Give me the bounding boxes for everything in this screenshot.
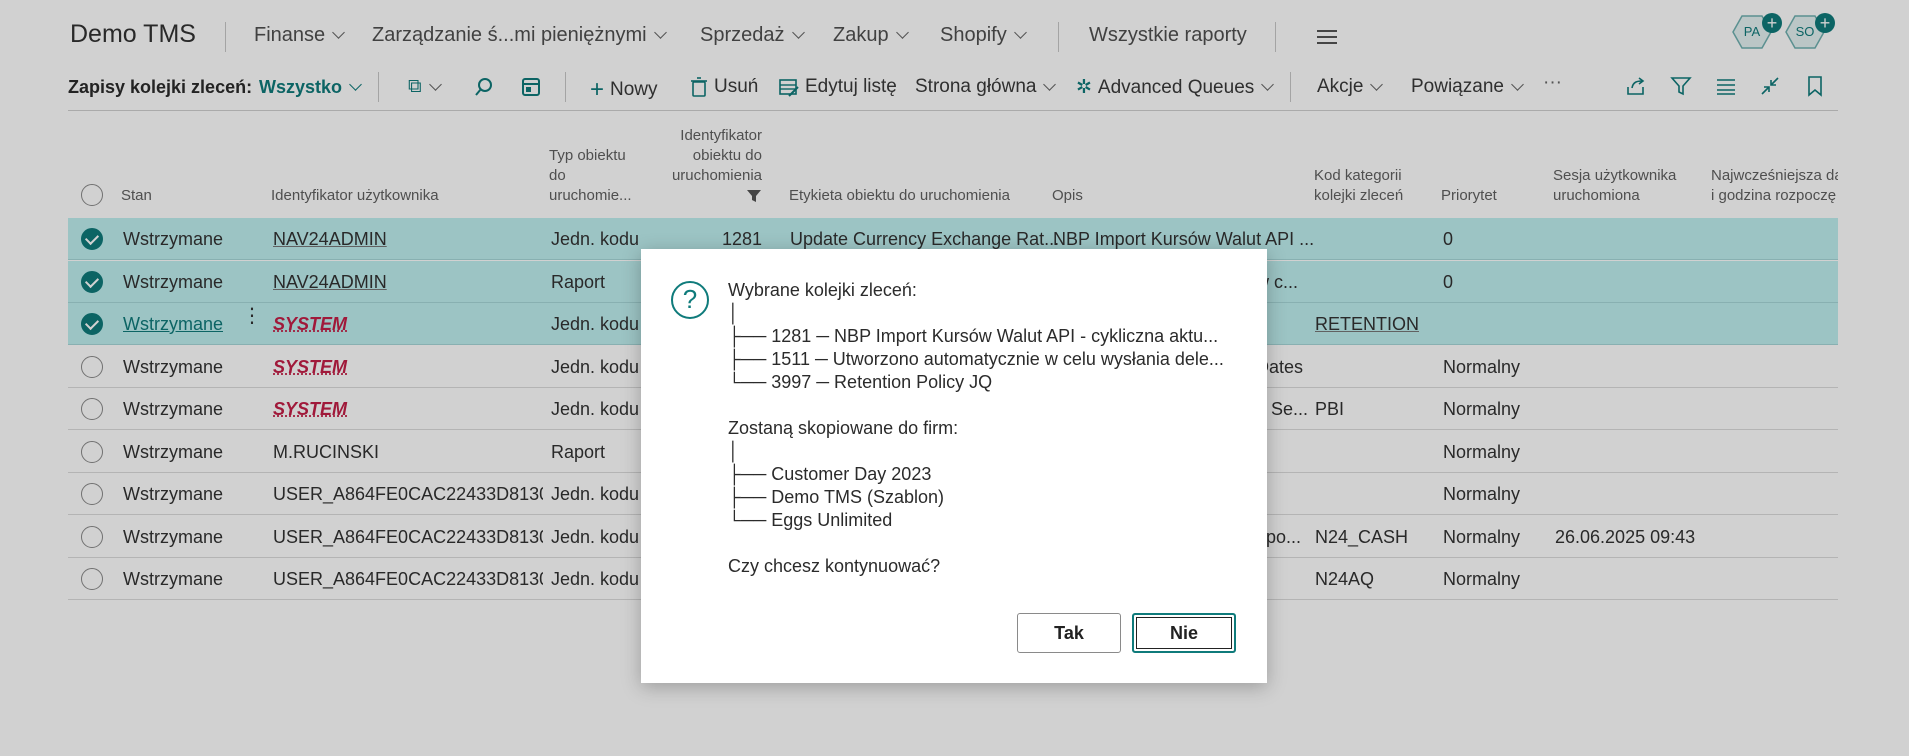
question-icon: ?: [671, 281, 709, 319]
dialog-line: │: [728, 441, 740, 461]
confirm-dialog: ? Wybrane kolejki zleceń: │ ├── 1281 ─ NBP…: [641, 249, 1267, 683]
dialog-line: ├── 1281 ─ NBP Import Kursów Walut API -…: [728, 326, 1219, 346]
dialog-line: ├── Customer Day 2023: [728, 464, 932, 484]
yes-button[interactable]: Tak: [1017, 613, 1121, 653]
dialog-line: ├── Demo TMS (Szablon): [728, 487, 944, 507]
dialog-line: Czy chcesz kontynuować?: [728, 556, 941, 576]
no-button[interactable]: Nie: [1132, 613, 1236, 653]
dialog-message: Wybrane kolejki zleceń: │ ├── 1281 ─ NBP I…: [728, 279, 1248, 578]
dialog-line: [728, 532, 1248, 555]
dialog-line: [728, 394, 1248, 417]
dialog-line: │: [728, 303, 740, 323]
dialog-line: ├── 1511 ─ Utworzono automatycznie w cel…: [728, 349, 1224, 369]
dialog-line: Wybrane kolejki zleceń:: [728, 280, 917, 300]
dialog-line: └── 3997 ─ Retention Policy JQ: [728, 372, 993, 392]
dialog-line: └── Eggs Unlimited: [728, 510, 893, 530]
dialog-line: Zostaną skopiowane do firm:: [728, 418, 959, 438]
